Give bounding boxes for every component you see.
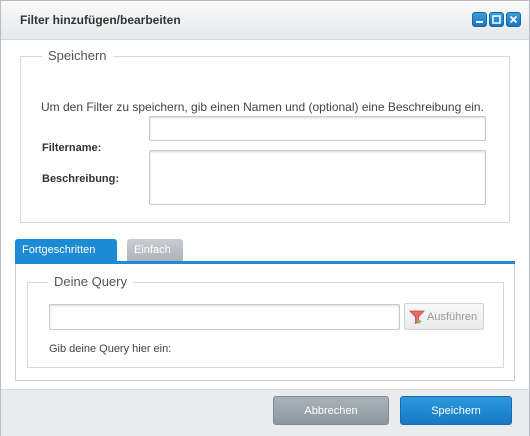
save-fieldset: Speichern Um den Filter zu speichern, gi…: [20, 48, 510, 223]
cancel-button[interactable]: Abbrechen: [273, 396, 389, 425]
maximize-icon[interactable]: [489, 12, 504, 27]
tab-fortgeschritten[interactable]: Fortgeschritten: [15, 239, 117, 261]
filter-run-icon: [409, 310, 425, 325]
filter-dialog: Filter hinzufügen/bearbeiten Speichern U…: [0, 0, 530, 436]
close-icon[interactable]: [506, 12, 521, 27]
dialog-title: Filter hinzufügen/bearbeiten: [20, 13, 181, 27]
query-hint: Gib deine Query hier ein:: [49, 343, 172, 355]
beschreibung-textarea[interactable]: [149, 150, 486, 205]
save-hint: Um den Filter zu speichern, gib einen Na…: [41, 100, 484, 114]
title-bar[interactable]: Filter hinzufügen/bearbeiten: [1, 1, 529, 40]
minimize-icon[interactable]: [472, 12, 487, 27]
run-query-label: Ausführen: [427, 311, 478, 323]
window-controls: [472, 12, 521, 27]
beschreibung-label: Beschreibung:: [42, 173, 120, 185]
save-button[interactable]: Speichern: [400, 396, 512, 425]
dialog-body: Speichern Um den Filter zu speichern, gi…: [1, 40, 529, 389]
query-input[interactable]: [49, 304, 400, 330]
run-query-button[interactable]: Ausführen: [404, 303, 484, 330]
query-fieldset: Deine Query Ausführen Gib deine Query hi…: [27, 274, 504, 368]
dialog-footer: Abbrechen Speichern: [1, 389, 529, 436]
save-legend: Speichern: [42, 48, 113, 63]
filtername-input[interactable]: [149, 116, 486, 141]
tab-panel-fortgeschritten: Deine Query Ausführen Gib deine Query hi…: [15, 264, 515, 381]
filtername-label: Filtername:: [42, 142, 102, 154]
query-legend: Deine Query: [48, 274, 133, 289]
tab-einfach[interactable]: Einfach: [127, 239, 183, 261]
